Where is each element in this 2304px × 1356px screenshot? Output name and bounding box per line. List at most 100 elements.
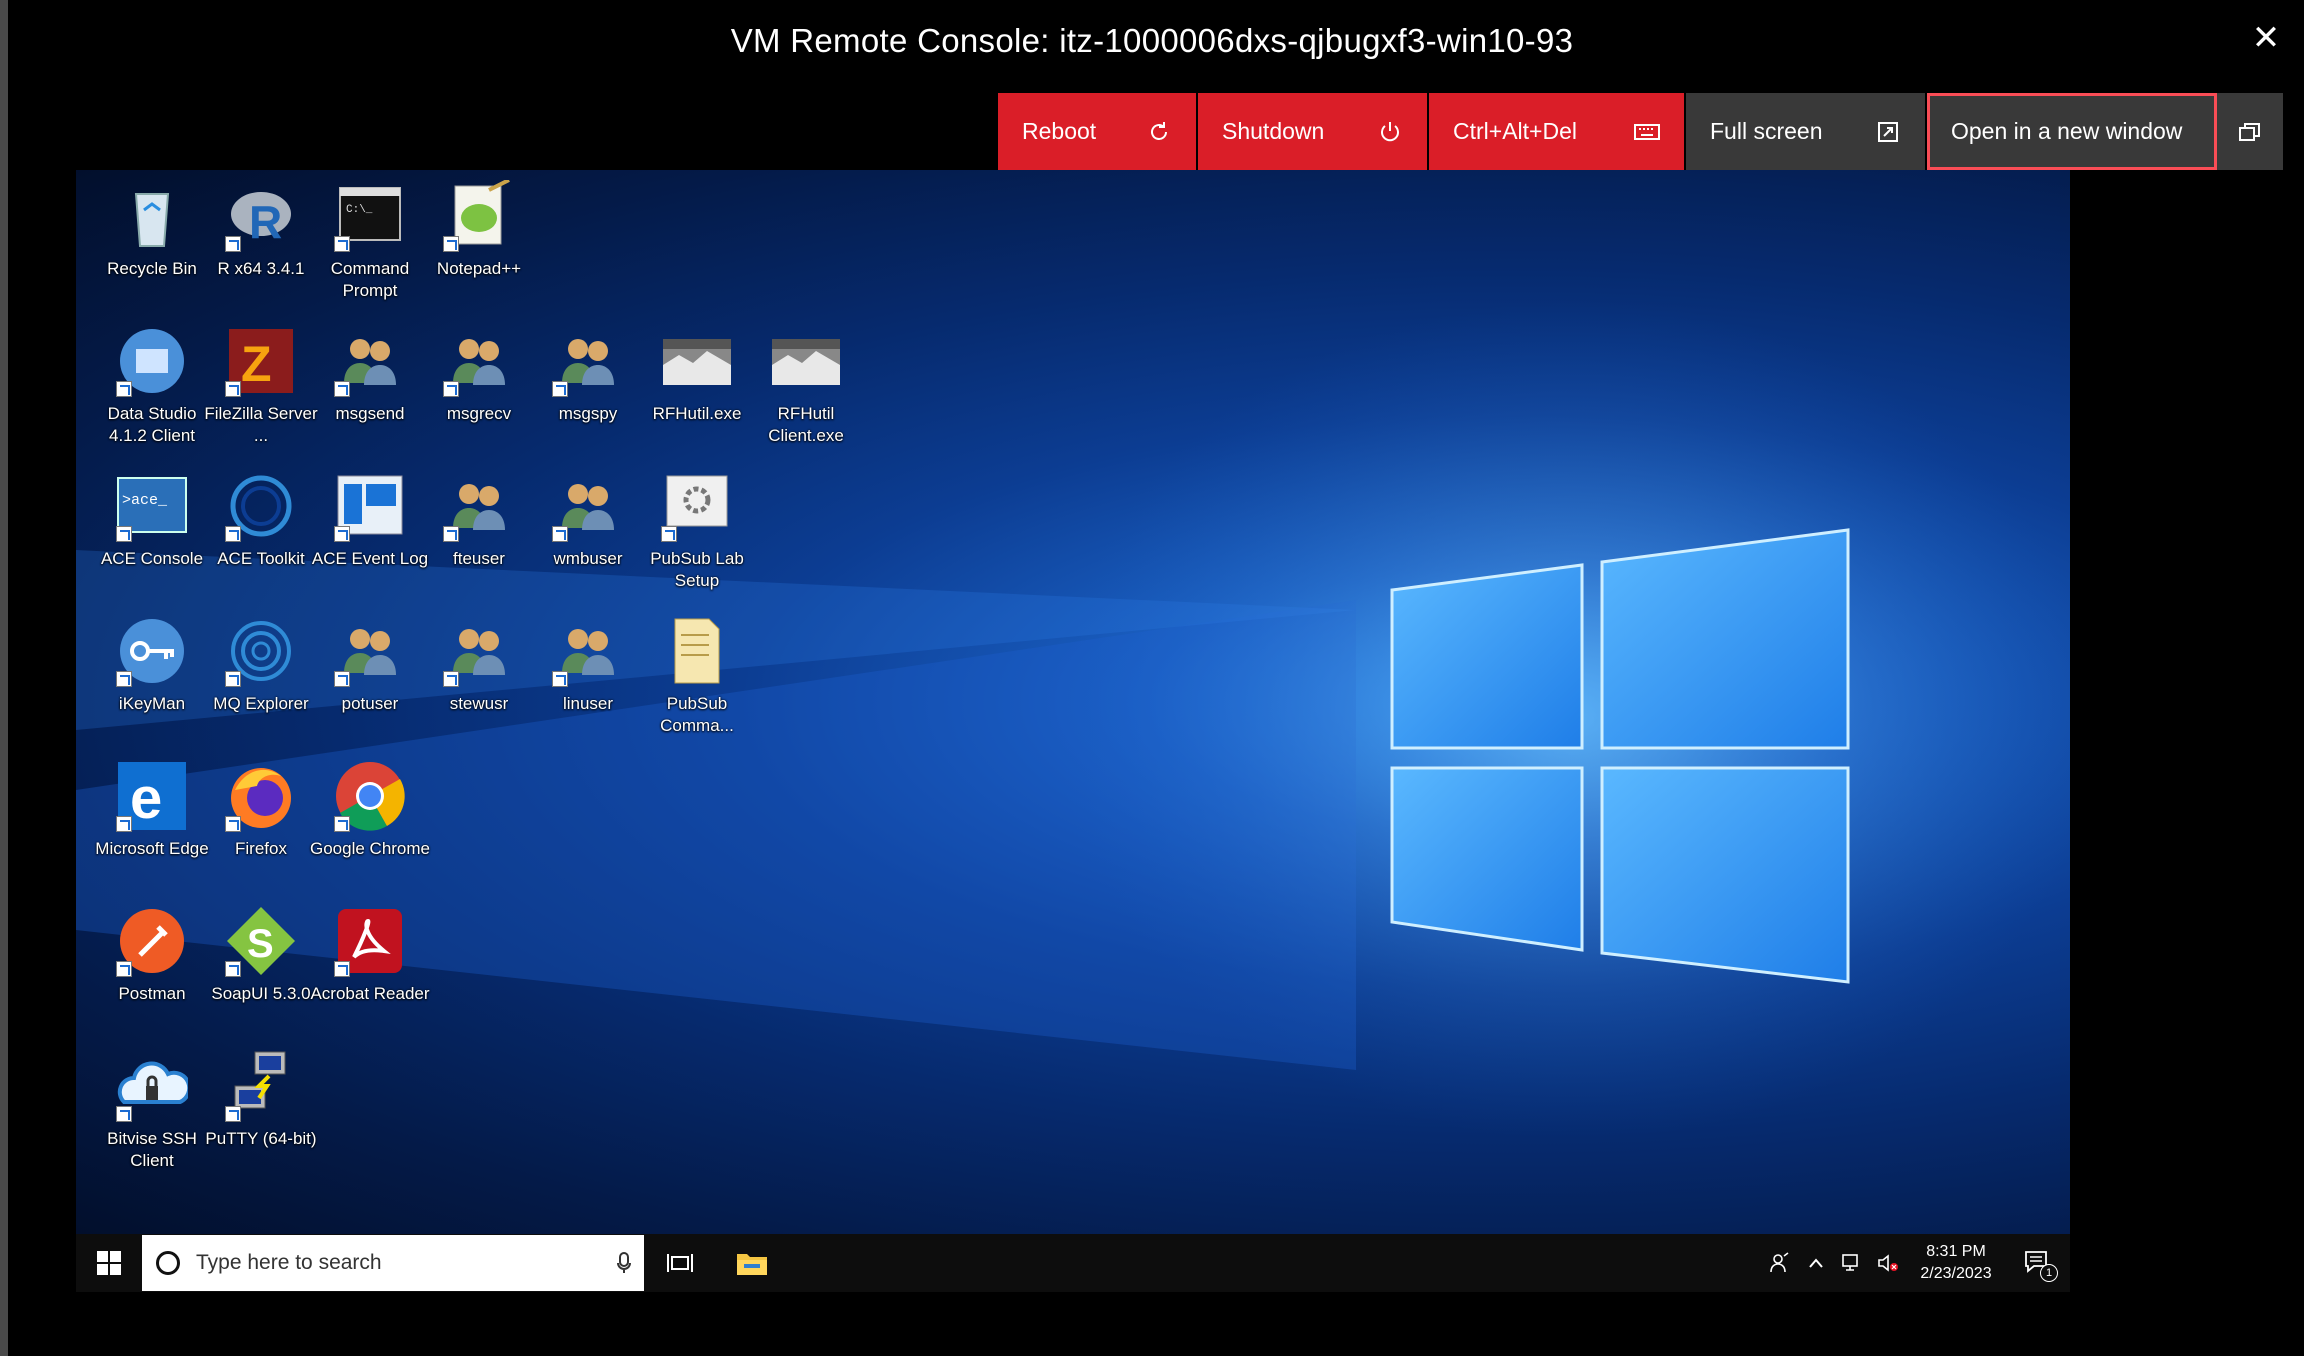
windows-start-icon[interactable] [76,1234,142,1292]
desktop-icon-recycle-bin[interactable]: Recycle Bin [98,180,206,280]
shutdown-button[interactable]: Shutdown [1198,93,1427,170]
ace-eventlog-icon [334,470,406,542]
desktop-icon-stewusr[interactable]: stewusr [425,615,533,715]
chevron-up-icon[interactable] [1798,1234,1834,1292]
r-icon: R [225,180,297,252]
search-placeholder: Type here to search [196,1251,382,1274]
keyboard-icon [1634,119,1660,145]
rfhutil-icon [770,325,842,397]
users-icon [552,470,624,542]
desktop-icon-ikeyman[interactable]: iKeyMan [98,615,206,715]
desktop-icon-msgsend[interactable]: msgsend [316,325,424,425]
edge-icon: e [116,760,188,832]
ctrl-alt-del-label: Ctrl+Alt+Del [1453,118,1577,144]
users-icon [443,470,515,542]
users-icon [334,325,406,397]
shutdown-label: Shutdown [1222,118,1325,144]
desktop-icon-firefox[interactable]: Firefox [207,760,315,860]
volume-muted-icon[interactable] [1870,1234,1906,1292]
desktop-icon-command-prompt[interactable]: C:\_ Command Prompt [316,180,424,302]
recycle-bin-icon [116,180,188,252]
task-view-icon[interactable] [644,1234,716,1292]
svg-text:R: R [249,196,282,248]
desktop-icon-microsoft-edge[interactable]: e Microsoft Edge [95,760,209,860]
desktop-icon-rfhutil[interactable]: RFHutil.exe [643,325,751,425]
rfhutil-icon [661,325,733,397]
reboot-label: Reboot [1022,118,1097,144]
bitvise-icon [116,1050,192,1122]
desktop-icon-data-studio[interactable]: Data Studio 4.1.2 Client [98,325,206,447]
firefox-icon [225,760,297,832]
desktop-icon-filezilla[interactable]: Z FileZilla Server ... [204,325,318,447]
postman-icon [116,905,188,977]
desktop-icon-pubsub-lab-setup[interactable]: PubSub Lab Setup [643,470,751,592]
system-clock[interactable]: 8:31 PM 2/23/2023 [1906,1241,2006,1285]
microphone-icon[interactable] [604,1252,644,1274]
desktop-icon-wmbuser[interactable]: wmbuser [534,470,642,570]
chrome-icon [334,760,406,832]
window-title: VM Remote Console: itz-1000006dxs-qjbugx… [730,22,1574,59]
desktop-icon-msgspy[interactable]: msgspy [534,325,642,425]
close-icon[interactable]: ✕ [2248,20,2284,56]
svg-text:Z: Z [241,336,272,392]
maximize-icon [1875,119,1901,145]
ace-toolkit-icon [225,470,297,542]
notification-center-icon[interactable]: 1 [2006,1234,2070,1292]
users-icon [443,615,515,687]
desktop-icon-ace-console[interactable]: >ace_ ACE Console [98,470,206,570]
desktop-icon-acrobat-reader[interactable]: Acrobat Reader [310,905,430,1005]
file-explorer-icon[interactable] [716,1234,788,1292]
desktop-icon-mq-explorer[interactable]: MQ Explorer [207,615,315,715]
ctrl-alt-del-button[interactable]: Ctrl+Alt+Del [1429,93,1684,170]
clock-date: 2/23/2023 [1920,1265,1992,1282]
people-icon[interactable] [1762,1234,1798,1292]
users-icon [552,615,624,687]
vm-desktop[interactable]: Recycle Bin R R x64 3.4.1 C:\_ Command P… [76,170,2070,1234]
desktop-icon-postman[interactable]: Postman [98,905,206,1005]
desktop-icon-putty[interactable]: PuTTY (64-bit) [205,1050,317,1150]
windows-taskbar: Type here to search 8:31 PM 2/23/2023 1 [76,1234,2070,1292]
open-new-window-button[interactable]: Open in a new window [1927,93,2217,170]
full-screen-label: Full screen [1710,118,1823,144]
desktop-icon-ace-event-log[interactable]: ACE Event Log [312,470,428,570]
data-studio-icon [116,325,188,397]
svg-text:e: e [130,766,162,831]
ace-console-icon: >ace_ [116,470,188,542]
folder-doc-icon [661,615,733,687]
acrobat-icon [334,905,406,977]
desktop-icon-notepadpp[interactable]: Notepad++ [425,178,533,280]
open-new-window-label: Open in a new window [1951,118,2183,144]
cmd-icon: C:\_ [334,180,406,252]
filezilla-icon: Z [225,325,297,397]
full-screen-button[interactable]: Full screen [1686,93,1925,170]
svg-text:C:\_: C:\_ [346,204,373,216]
left-border [0,0,8,1356]
users-icon [334,615,406,687]
soapui-icon: S [225,905,297,977]
desktop-icon-linuser[interactable]: linuser [534,615,642,715]
users-icon [552,325,624,397]
desktop-icon-bitvise[interactable]: Bitvise SSH Client [98,1050,206,1172]
clock-time: 8:31 PM [1926,1243,1986,1260]
notification-count-badge: 1 [2040,1264,2058,1282]
launch-icon[interactable] [2217,93,2283,170]
desktop-icon-potuser[interactable]: potuser [316,615,424,715]
system-tray: 8:31 PM 2/23/2023 1 [1762,1234,2070,1292]
network-icon[interactable] [1834,1234,1870,1292]
desktop-icon-msgrecv[interactable]: msgrecv [425,325,533,425]
desktop-icon-rfhutil-client[interactable]: RFHutil Client.exe [752,325,860,447]
console-toolbar: Reboot Shutdown Ctrl+Alt+Del Full screen… [998,93,2283,170]
reboot-button[interactable]: Reboot [998,93,1196,170]
desktop-icon-pubsub-comma[interactable]: PubSub Comma... [643,615,751,737]
notepadpp-icon [443,178,515,252]
svg-text:>ace_: >ace_ [122,492,168,509]
desktop-icon-r[interactable]: R R x64 3.4.1 [207,180,315,280]
desktop-icon-fteuser[interactable]: fteuser [425,470,533,570]
taskbar-search-input[interactable]: Type here to search [142,1235,644,1291]
desktop-icon-ace-toolkit[interactable]: ACE Toolkit [207,470,315,570]
desktop-icon-soapui[interactable]: S SoapUI 5.3.0 [207,905,315,1005]
svg-text:S: S [247,922,274,966]
power-icon [1377,119,1403,145]
users-icon [443,325,515,397]
desktop-icon-google-chrome[interactable]: Google Chrome [310,760,430,860]
